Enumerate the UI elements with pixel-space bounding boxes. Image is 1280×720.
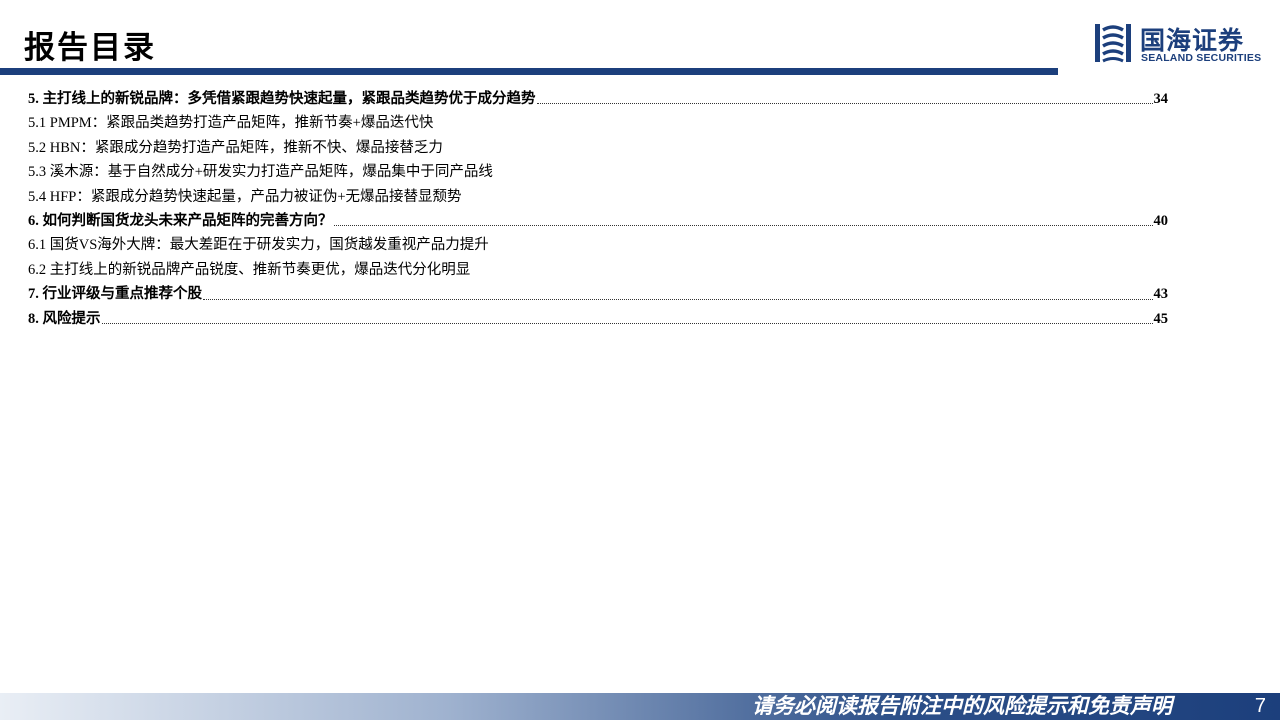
toc-entry-label: 6.2 主打线上的新锐品牌产品锐度、推新节奏更优，爆品迭代分化明显 [28, 261, 471, 278]
footer-bar: 请务必阅读报告附注中的风险提示和免责声明 7 [0, 693, 1280, 720]
toc-entry-page: 43 [1153, 286, 1169, 303]
toc-entry-label: 6. 如何判断国货龙头未来产品矩阵的完善方向？ [28, 212, 333, 229]
toc-entry-label: 8. 风险提示 [28, 310, 101, 327]
sealand-logo-icon [1095, 24, 1131, 63]
toc-entry-label: 7. 行业评级与重点推荐个股 [28, 286, 202, 303]
toc-entry-label: 5.3 溪木源：基于自然成分+研发实力打造产品矩阵，爆品集中于同产品线 [28, 164, 493, 181]
toc-entry[interactable]: 8. 风险提示 45 [28, 307, 1168, 331]
toc-entry-page: 45 [1153, 310, 1169, 327]
toc-entry[interactable]: 6.1 国货VS海外大牌：最大差距在于研发实力，国货越发重视产品力提升 [28, 233, 1168, 257]
company-logo: 国海证券 SEALAND SECURITIES [1094, 20, 1270, 68]
toc-entry[interactable]: 5. 主打线上的新锐品牌：多凭借紧跟趋势快速起量，紧跟品类趋势优于成分趋势 34 [28, 87, 1168, 111]
toc-entry[interactable]: 5.1 PMPM：紧跟品类趋势打造产品矩阵，推新节奏+爆品迭代快 [28, 111, 1168, 135]
toc-dot-leader [536, 102, 1153, 105]
page-title: 报告目录 [24, 30, 156, 66]
toc-entry-label: 5.2 HBN：紧跟成分趋势打造产品矩阵，推新不快、爆品接替乏力 [28, 139, 443, 156]
toc-entry[interactable]: 5.4 HFP：紧跟成分趋势快速起量，产品力被证伪+无爆品接替显颓势 [28, 185, 1168, 209]
footer-disclaimer: 请务必阅读报告附注中的风险提示和免责声明 [752, 694, 1172, 718]
toc-entry[interactable]: 5.2 HBN：紧跟成分趋势打造产品矩阵，推新不快、爆品接替乏力 [28, 136, 1168, 160]
toc-dot-leader [101, 322, 1153, 324]
title-underline-bar [0, 68, 1058, 75]
toc-entry-page: 34 [1153, 91, 1169, 107]
toc-entry-page: 40 [1153, 212, 1169, 229]
toc-dot-leader [203, 298, 1153, 300]
logo-english-name: SEALAND SECURITIES [1141, 52, 1262, 64]
toc-entry[interactable]: 6. 如何判断国货龙头未来产品矩阵的完善方向？ 40 [28, 209, 1168, 233]
toc-entry-label: 6.1 国货VS海外大牌：最大差距在于研发实力，国货越发重视产品力提升 [28, 237, 489, 254]
toc-entry[interactable]: 6.2 主打线上的新锐品牌产品锐度、推新节奏更优，爆品迭代分化明显 [28, 258, 1168, 282]
table-of-contents: 5. 主打线上的新锐品牌：多凭借紧跟趋势快速起量，紧跟品类趋势优于成分趋势 34… [28, 87, 1168, 331]
toc-dot-leader [333, 224, 1153, 227]
toc-entry-label: 5. 主打线上的新锐品牌：多凭借紧跟趋势快速起量，紧跟品类趋势优于成分趋势 [28, 91, 536, 107]
page-number: 7 [1254, 695, 1266, 717]
toc-entry[interactable]: 7. 行业评级与重点推荐个股 43 [28, 282, 1168, 306]
toc-entry-label: 5.4 HFP：紧跟成分趋势快速起量，产品力被证伪+无爆品接替显颓势 [28, 188, 462, 205]
toc-entry[interactable]: 5.3 溪木源：基于自然成分+研发实力打造产品矩阵，爆品集中于同产品线 [28, 160, 1168, 184]
toc-entry-label: 5.1 PMPM：紧跟品类趋势打造产品矩阵，推新节奏+爆品迭代快 [28, 115, 434, 132]
